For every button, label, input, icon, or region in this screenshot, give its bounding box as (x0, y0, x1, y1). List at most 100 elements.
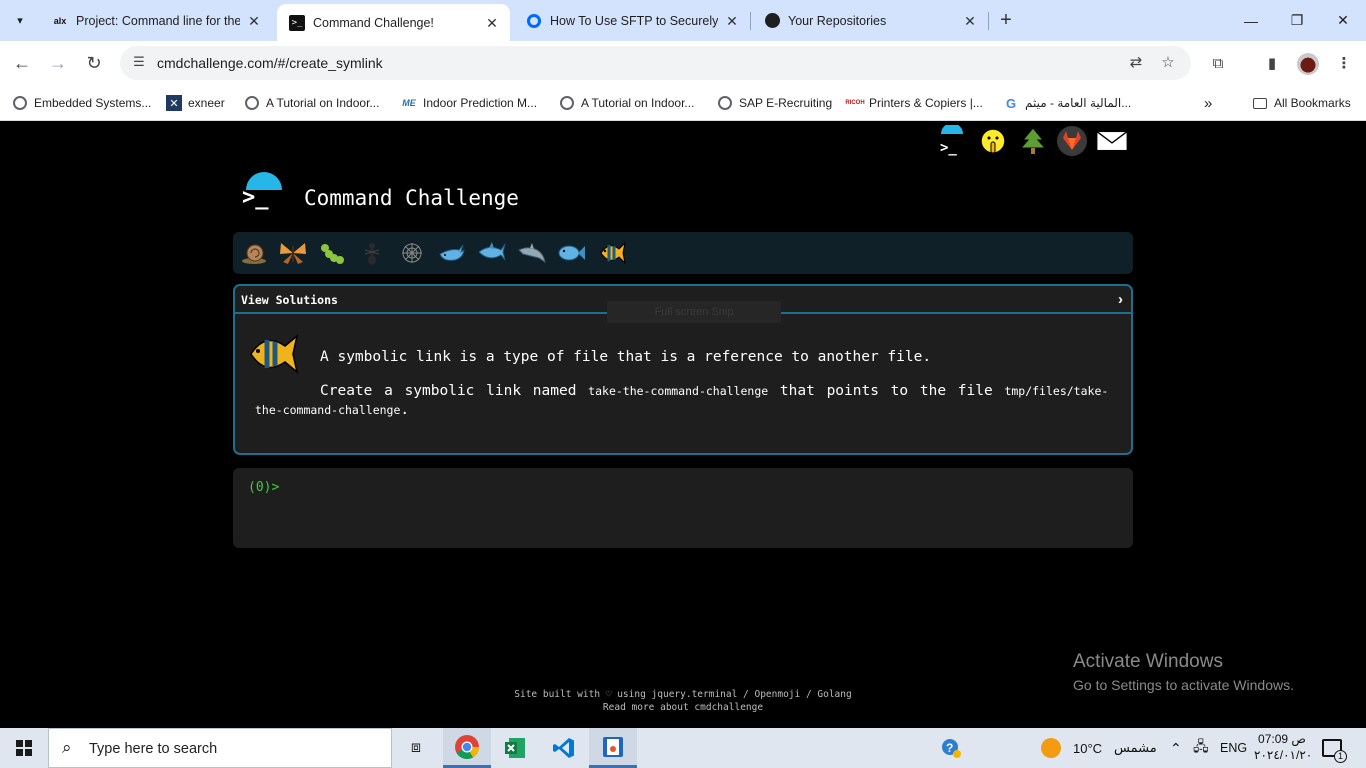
weather-widget[interactable]: 10°C مشمس (1041, 728, 1157, 768)
profile-avatar[interactable] (1297, 53, 1319, 75)
task-view-button[interactable]: ⧈ (392, 728, 440, 768)
arrow-right-icon: → (49, 52, 67, 73)
reload-icon: ↻ (86, 52, 102, 73)
bookmark-item[interactable]: G المالية العامة - ميثم... (1003, 93, 1131, 113)
whale-icon[interactable] (437, 238, 467, 268)
shark-icon[interactable] (477, 238, 507, 268)
tropical-fish-icon[interactable] (597, 238, 627, 268)
windows-logo-icon (16, 740, 32, 756)
reload-button[interactable]: ↻ (80, 49, 108, 77)
snail-icon[interactable] (239, 238, 269, 268)
caterpillar-icon[interactable] (318, 238, 348, 268)
network-icon[interactable]: 🖧 (1193, 728, 1209, 768)
dolphin-icon[interactable] (517, 238, 547, 268)
paint-icon (603, 736, 623, 757)
level-selector (233, 232, 1133, 274)
restore-icon: ❐ (1290, 12, 1304, 28)
tab-your-repositories[interactable]: Your Repositories ✕ (752, 0, 988, 41)
site-title: Command Challenge (304, 186, 519, 210)
bookmark-item[interactable]: Embedded Systems... (12, 93, 151, 113)
bookmark-star-icon[interactable]: ☆ (1158, 53, 1178, 73)
extensions-icon[interactable]: ⧉ (1207, 53, 1229, 75)
bookmarks-overflow-button[interactable]: » (1204, 93, 1212, 113)
bookmark-item[interactable]: RICOH Printers & Copiers |... (845, 93, 983, 113)
butterfly-icon[interactable] (278, 238, 308, 268)
activate-windows-title: Activate Windows (1073, 651, 1223, 672)
paint-taskbar-app[interactable] (589, 728, 637, 768)
close-tab-icon[interactable]: ✕ (962, 13, 978, 29)
restore-button[interactable]: ❐ (1274, 0, 1320, 41)
exneer-x-icon: ✕ (166, 95, 182, 111)
bookmark-item[interactable]: A Tutorial on Indoor... (244, 93, 379, 113)
globe-icon (244, 95, 260, 111)
chevron-down-icon: ▾ (17, 14, 23, 27)
bookmark-label: A Tutorial on Indoor... (581, 96, 695, 110)
translate-icon[interactable]: ⇄ (1126, 53, 1146, 73)
menu-kebab-icon[interactable]: ⋮ (1333, 53, 1355, 75)
footer-read-more-link[interactable]: Read more about cmdchallenge (0, 702, 1366, 713)
bookmarks-bar: Embedded Systems... ✕ exneer A Tutorial o… (0, 85, 1366, 121)
excel-taskbar-app[interactable] (491, 728, 539, 768)
notifications-button[interactable]: 1 (1322, 728, 1347, 768)
ant-icon[interactable] (357, 238, 387, 268)
notification-count-badge: 1 (1334, 750, 1347, 763)
tab-title: Command Challenge! (313, 15, 434, 30)
excel-icon (505, 738, 525, 758)
challenge-instruction: Create a symbolic link named take-the-co… (255, 382, 1115, 420)
help-tray-icon[interactable]: ? (940, 728, 962, 768)
tab-search-button[interactable]: ▾ (8, 8, 32, 32)
snip-overlay-button[interactable]: Full screen Snip (607, 301, 781, 323)
tab-strip: ▾ alx Project: Command line for the ✕ >_… (0, 0, 1366, 41)
chrome-taskbar-app[interactable] (443, 728, 491, 768)
back-button[interactable]: ← (8, 49, 36, 77)
spider-web-icon[interactable] (397, 238, 427, 268)
search-icon: ⌕ (62, 738, 72, 757)
tab-alx-project[interactable]: alx Project: Command line for the ✕ (40, 0, 272, 41)
all-bookmarks-button[interactable]: All Bookmarks (1252, 93, 1351, 113)
tab-title: How To Use SFTP to Securely Tr (550, 13, 718, 28)
vscode-icon (553, 738, 574, 758)
forward-button[interactable]: → (44, 49, 72, 77)
github-icon (764, 13, 780, 29)
fish-icon[interactable] (557, 238, 587, 268)
site-settings-icon[interactable]: ☰ (130, 54, 148, 72)
terminal-logo-icon[interactable]: >_ (936, 125, 968, 157)
search-placeholder: Type here to search (89, 741, 218, 757)
close-tab-icon[interactable]: ✕ (246, 13, 262, 29)
bookmark-item[interactable]: ME Indoor Prediction M... (401, 93, 537, 113)
close-tab-icon[interactable]: ✕ (484, 15, 500, 31)
bookmark-item[interactable]: SAP E-Recruiting (717, 93, 832, 113)
address-bar[interactable]: ☰ cmdchallenge.com/#/create_symlink ⇄ ☆ (120, 46, 1191, 80)
close-tab-icon[interactable]: ✕ (724, 13, 740, 29)
new-tab-button[interactable]: + (994, 9, 1018, 33)
language-label: ENG (1220, 741, 1248, 755)
tab-title: Project: Command line for the (76, 13, 240, 28)
url-text[interactable]: cmdchallenge.com/#/create_symlink (157, 55, 383, 71)
weather-temperature: 10°C (1073, 740, 1103, 756)
vscode-taskbar-app[interactable] (540, 728, 588, 768)
chevron-up-icon: ⌃ (1170, 739, 1182, 756)
terminal-prompt: (0)> (248, 480, 280, 495)
chevron-double-right-icon: » (1204, 94, 1213, 112)
minimize-button[interactable]: — (1228, 0, 1274, 41)
start-button[interactable] (0, 728, 48, 768)
bookmark-item[interactable]: ✕ exneer (166, 93, 225, 113)
weather-condition: مشمس (1114, 740, 1157, 755)
close-window-button[interactable]: ✕ (1320, 0, 1366, 41)
terminal[interactable]: (0)> (233, 468, 1133, 548)
tab-title: Your Repositories (788, 13, 887, 28)
shushing-face-icon[interactable] (977, 125, 1009, 157)
tab-command-challenge[interactable]: >_ Command Challenge! ✕ (277, 4, 510, 41)
taskbar-search-box[interactable]: ⌕ Type here to search (48, 728, 392, 768)
bookmark-item[interactable]: A Tutorial on Indoor... (559, 93, 694, 113)
side-panel-icon[interactable]: ▮ (1261, 53, 1283, 75)
tab-sftp-tutorial[interactable]: How To Use SFTP to Securely Tr ✕ (514, 0, 750, 41)
envelope-icon[interactable] (1096, 125, 1128, 157)
tree-icon[interactable] (1017, 125, 1049, 157)
language-indicator[interactable]: ENG (1220, 728, 1247, 768)
gitlab-icon[interactable] (1056, 125, 1088, 157)
sun-icon (1041, 738, 1061, 758)
clock[interactable]: 07:09 ص ٢٠٢٤/٠١/٢٠ (1254, 731, 1312, 763)
clock-time: 07:09 ص (1258, 732, 1306, 746)
show-hidden-icons-button[interactable]: ⌃ (1170, 728, 1182, 768)
